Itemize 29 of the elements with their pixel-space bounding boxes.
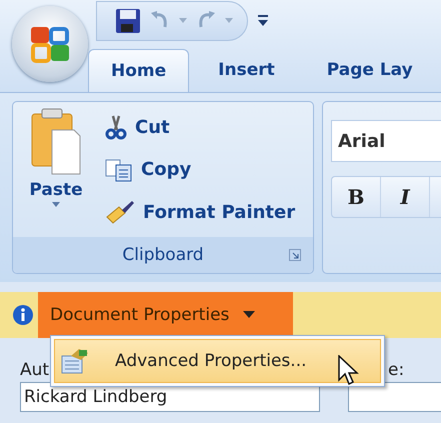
command-button[interactable]: Format Painter xyxy=(105,195,296,229)
ribbon-tab[interactable]: Home xyxy=(88,49,190,92)
caret-icon[interactable] xyxy=(225,18,233,24)
caret-icon[interactable] xyxy=(179,18,187,24)
font-name-field[interactable]: Arial xyxy=(331,120,441,162)
text-field[interactable] xyxy=(348,382,441,412)
format-button[interactable]: I xyxy=(381,177,430,217)
launcher-icon[interactable] xyxy=(289,249,301,261)
menu-item[interactable]: Advanced Properties... xyxy=(54,339,381,383)
ribbon-tab[interactable]: Page Lay xyxy=(304,48,436,92)
document-properties-button[interactable]: Document Properties xyxy=(38,292,293,338)
save-icon[interactable] xyxy=(115,8,141,34)
command-button[interactable]: Cut xyxy=(105,110,296,144)
scissors-icon xyxy=(105,114,127,140)
paintbrush-icon xyxy=(105,199,135,225)
field-label: e: xyxy=(388,360,404,382)
paste-button[interactable]: Paste xyxy=(21,108,91,231)
caret-icon xyxy=(52,202,60,208)
ribbon-tab[interactable]: Insert xyxy=(195,48,298,92)
command-button[interactable]: Copy xyxy=(105,152,296,186)
properties-icon xyxy=(61,348,89,374)
office-button[interactable] xyxy=(12,6,88,82)
caret-icon xyxy=(243,311,256,319)
field-label: Aut xyxy=(20,360,50,382)
group-title: Clipboard xyxy=(122,245,204,265)
copy-icon xyxy=(105,158,133,182)
customize-icon[interactable] xyxy=(258,14,268,28)
info-icon xyxy=(12,304,34,326)
format-button[interactable]: B xyxy=(332,177,381,217)
